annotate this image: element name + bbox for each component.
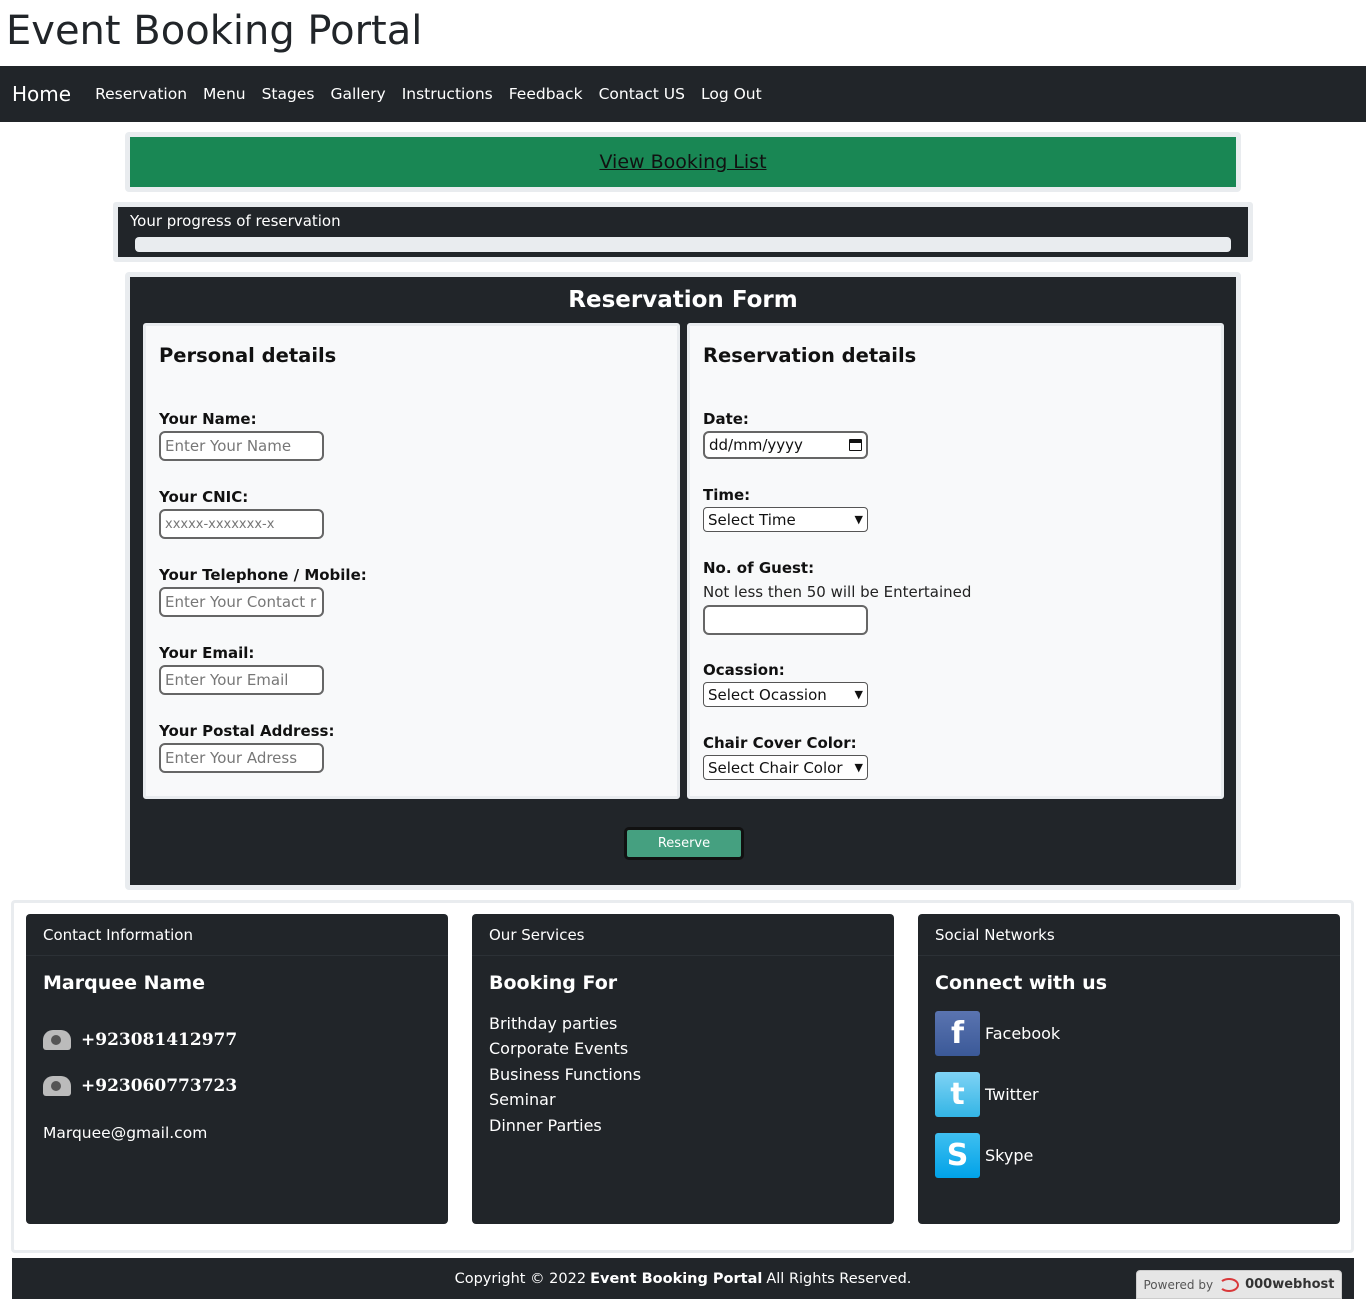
nav-contact-link[interactable]: Contact US (599, 85, 685, 103)
date-label: Date: (703, 410, 749, 428)
email-label: Your Email: (159, 644, 255, 662)
copyright-prefix: Copyright © 2022 (454, 1270, 587, 1287)
date-input-value: dd/mm/yyyy (709, 436, 803, 454)
phone-label: Your Telephone / Mobile: (159, 566, 367, 584)
skype-link[interactable]: S Skype (935, 1133, 1033, 1178)
phone-number-1: +923081412977 (43, 1030, 237, 1050)
top-navbar: Home Reservation Menu Stages Gallery Ins… (0, 66, 1366, 122)
services-title: Booking For (489, 972, 618, 994)
chair-color-label: Chair Cover Color: (703, 734, 857, 752)
services-card: Our Services Booking For Brithday partie… (472, 914, 894, 1224)
contact-email: Marquee@gmail.com (43, 1124, 208, 1142)
cnic-label: Your CNIC: (159, 488, 249, 506)
contact-info-card: Contact Information Marquee Name +923081… (26, 914, 448, 1224)
chevron-down-icon: ▼ (854, 688, 863, 701)
chair-color-select[interactable]: Select Chair Color ▼ (703, 755, 868, 780)
view-booking-link[interactable]: View Booking List (599, 151, 766, 173)
personal-details-card: Personal details Your Name: Enter Your N… (143, 323, 680, 799)
telephone-icon (43, 1030, 71, 1050)
skype-label[interactable]: Skype (985, 1146, 1033, 1165)
nav-stages-link[interactable]: Stages (262, 85, 315, 103)
nav-instructions-link[interactable]: Instructions (402, 85, 493, 103)
guest-note: Not less then 50 will be Entertained (703, 583, 972, 601)
service-item: Corporate Events (489, 1039, 629, 1058)
name-label: Your Name: (159, 410, 257, 428)
guest-label: No. of Guest: (703, 559, 815, 577)
address-label: Your Postal Address: (159, 722, 335, 740)
form-title: Reservation Form (568, 287, 798, 313)
reservation-details-title: Reservation details (703, 344, 917, 367)
time-select-value: Select Time (708, 510, 796, 529)
nav-home-link[interactable]: Home (12, 82, 71, 106)
phone-input[interactable]: Enter Your Contact r (159, 587, 324, 617)
social-networks-header: Social Networks (918, 914, 1340, 956)
phone-number-2: +923060773723 (43, 1076, 237, 1096)
service-item: Brithday parties (489, 1014, 618, 1033)
progress-label: Your progress of reservation (130, 212, 341, 230)
nav-logout-link[interactable]: Log Out (701, 85, 762, 103)
calendar-icon[interactable] (849, 439, 862, 451)
service-item: Business Functions (489, 1065, 642, 1084)
nav-reservation-link[interactable]: Reservation (95, 85, 187, 103)
chevron-down-icon: ▼ (854, 761, 863, 774)
date-input[interactable]: dd/mm/yyyy (703, 431, 868, 459)
services-header: Our Services (472, 914, 894, 956)
chair-color-select-value: Select Chair Color (708, 758, 843, 777)
marquee-name: Marquee Name (43, 972, 206, 994)
nav-gallery-link[interactable]: Gallery (330, 85, 385, 103)
cnic-input[interactable]: xxxxx-xxxxxxx-x (159, 509, 324, 539)
facebook-link[interactable]: f Facebook (935, 1011, 1060, 1056)
guest-input[interactable] (703, 605, 868, 635)
powered-by-label: Powered by (1143, 1277, 1214, 1292)
nav-menu-link[interactable]: Menu (203, 85, 246, 103)
copyright-suffix: All Rights Reserved. (766, 1270, 912, 1287)
email-input[interactable]: Enter Your Email (159, 665, 324, 695)
occasion-select-value: Select Ocassion (708, 685, 827, 704)
facebook-icon[interactable]: f (935, 1011, 980, 1056)
service-item: Dinner Parties (489, 1116, 602, 1135)
footer: Contact Information Marquee Name +923081… (11, 900, 1354, 1253)
time-select[interactable]: Select Time ▼ (703, 507, 868, 532)
phone-number-1-text: +923081412977 (81, 1030, 238, 1050)
powered-by-badge[interactable]: Powered by 000webhost (1136, 1270, 1342, 1299)
twitter-link[interactable]: t Twitter (935, 1072, 1039, 1117)
social-title: Connect with us (935, 972, 1108, 994)
time-label: Time: (703, 486, 751, 504)
view-booking-button[interactable]: View Booking List (130, 137, 1236, 187)
reserve-button[interactable]: Reserve (624, 827, 744, 860)
progress-bar (135, 237, 1231, 252)
twitter-label[interactable]: Twitter (985, 1085, 1039, 1104)
webhost-logo-icon (1219, 1277, 1240, 1292)
facebook-label[interactable]: Facebook (985, 1024, 1060, 1043)
phone-number-2-text: +923060773723 (81, 1076, 238, 1096)
telephone-icon (43, 1076, 71, 1096)
chevron-down-icon: ▼ (854, 513, 863, 526)
contact-info-header: Contact Information (26, 914, 448, 956)
reservation-details-card: Reservation details Date: dd/mm/yyyy Tim… (687, 323, 1224, 799)
name-input[interactable]: Enter Your Name (159, 431, 324, 461)
powered-by-brand: 000webhost (1245, 1277, 1335, 1292)
reservation-progress-panel: Your progress of reservation (113, 202, 1253, 262)
view-booking-panel: View Booking List (125, 132, 1241, 192)
reservation-form: Reservation Form Personal details Your N… (125, 272, 1241, 890)
nav-feedback-link[interactable]: Feedback (509, 85, 583, 103)
occasion-label: Ocassion: (703, 661, 785, 679)
site-title: Event Booking Portal (6, 8, 423, 54)
address-input[interactable]: Enter Your Adress (159, 743, 324, 773)
twitter-icon[interactable]: t (935, 1072, 980, 1117)
service-item: Seminar (489, 1090, 556, 1109)
copyright-brand: Event Booking Portal (590, 1270, 763, 1287)
personal-details-title: Personal details (159, 344, 337, 367)
occasion-select[interactable]: Select Ocassion ▼ (703, 682, 868, 707)
social-networks-card: Social Networks Connect with us f Facebo… (918, 914, 1340, 1224)
skype-icon[interactable]: S (935, 1133, 980, 1178)
